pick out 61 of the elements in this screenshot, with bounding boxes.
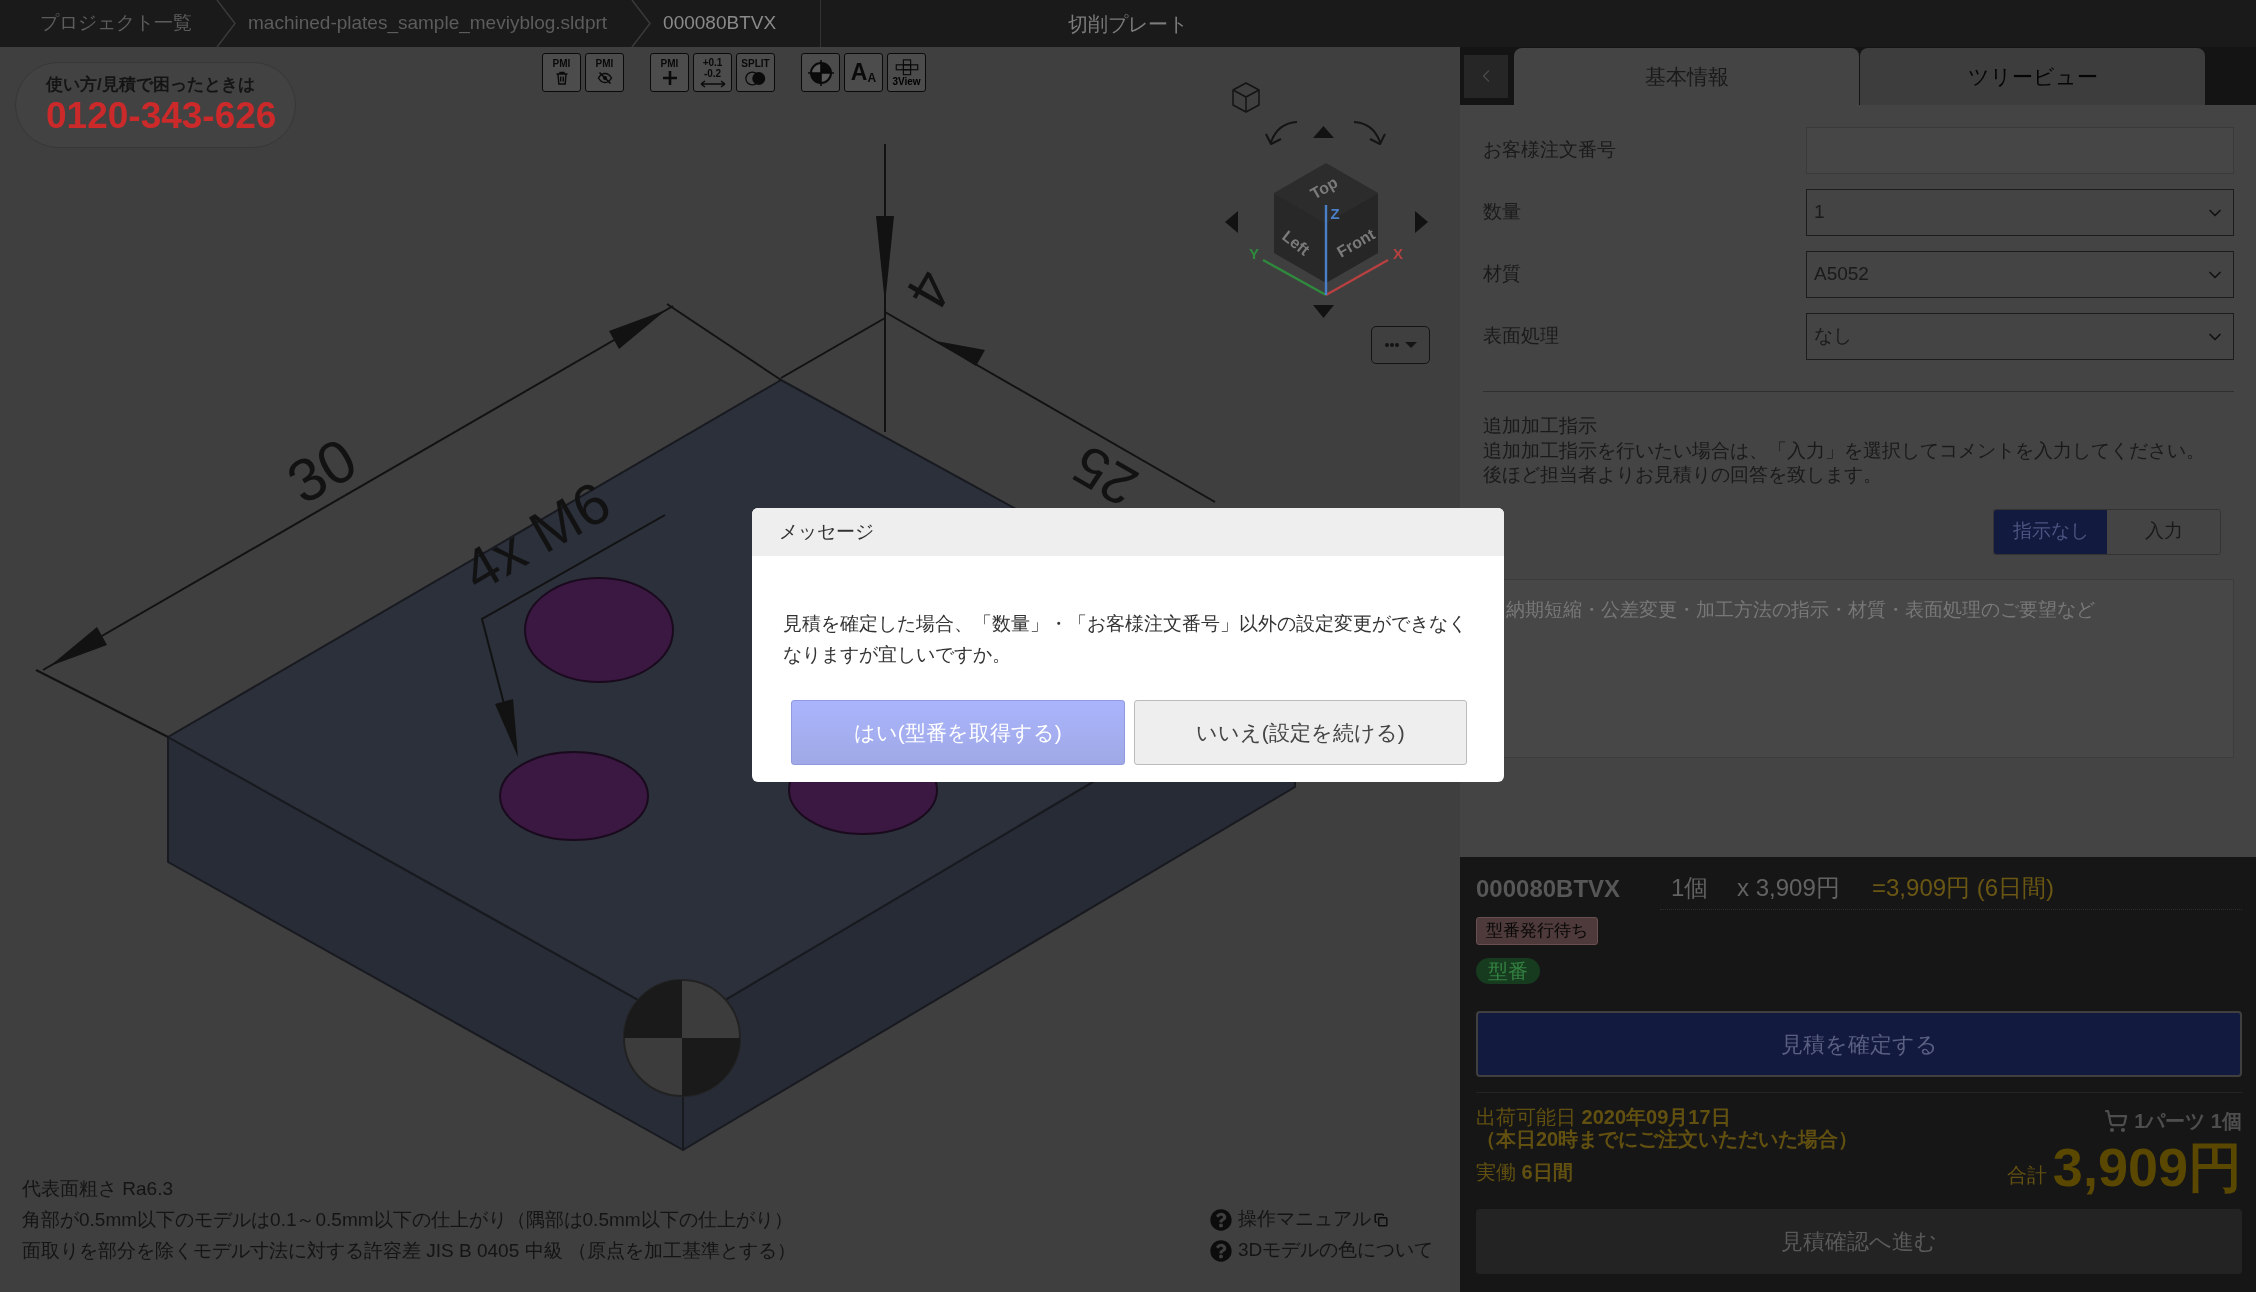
cube-face-label: Top xyxy=(1307,173,1341,203)
breadcrumb-link[interactable]: 000080BTVX xyxy=(663,9,777,38)
cart-count: 1パーツ 1個 xyxy=(2134,1109,2242,1134)
ship-condition-text: （本日20時までにご注文いただいた場合） xyxy=(1476,1128,1859,1150)
breadcrumb-link[interactable]: プロジェクト一覧 xyxy=(40,9,192,38)
pmi-delete-button[interactable]: PMI xyxy=(542,53,581,92)
triangle-right-icon[interactable] xyxy=(1415,211,1428,233)
total-price: 3,909円 xyxy=(2052,1138,2242,1196)
axis-label: X xyxy=(1393,244,1403,262)
three-view-button[interactable]: 3View xyxy=(887,53,926,92)
pmi-hide-button[interactable]: PMI xyxy=(585,53,624,92)
triangle-up-icon[interactable] xyxy=(1313,126,1334,138)
collapse-button[interactable] xyxy=(1464,54,1508,98)
quantity-text: 1個 xyxy=(1670,873,1710,903)
question-icon xyxy=(1210,1208,1232,1231)
double-arrow-icon xyxy=(698,79,727,88)
dots-icon xyxy=(1384,343,1399,347)
external-link-icon xyxy=(1374,1212,1388,1227)
ship-date-text: 出荷可能日 2020年09月17日 xyxy=(1476,1106,1732,1128)
confirm-quote-button[interactable]: 見積を確定する xyxy=(1476,1011,2242,1077)
tab[interactable]: ツリービュー xyxy=(1860,48,2205,105)
center-mark-button[interactable] xyxy=(801,53,840,92)
tolerance-button[interactable]: +0.1 -0.2 xyxy=(693,53,732,92)
part-number: 000080BTVX xyxy=(1476,873,1622,904)
cube-icon[interactable] xyxy=(1232,82,1260,113)
curved-arrow-icon[interactable] xyxy=(1265,121,1298,145)
view-cube[interactable] xyxy=(1274,163,1378,283)
phone-number: 0120-343-626 xyxy=(46,96,278,136)
cart-icon xyxy=(2104,1109,2129,1133)
triangle-left-icon[interactable] xyxy=(1225,211,1238,233)
center-of-gravity-icon xyxy=(623,979,741,1097)
axis-label: Y xyxy=(1249,244,1259,262)
split-button[interactable]: SPLIT xyxy=(736,53,775,92)
more-options-button[interactable] xyxy=(1371,326,1430,364)
status-badge: 型番発行待ち xyxy=(1476,917,1598,945)
dialog-message: 見積を確定した場合、「数量」・「お客様注文番号」以外の設定変更ができなくなりますが宜しいですか。 xyxy=(783,612,1468,667)
quartered-circle-icon xyxy=(807,59,834,86)
caret-down-icon xyxy=(1404,342,1417,348)
cube-face-label: Left xyxy=(1279,227,1313,259)
tag-pill: 型番 xyxy=(1476,958,1540,984)
question-icon xyxy=(1210,1239,1232,1262)
breadcrumb-chevron-icon xyxy=(216,0,236,47)
curved-arrow-icon[interactable] xyxy=(1353,121,1386,145)
confirm-button[interactable]: はい(型番を取得する) xyxy=(791,700,1125,765)
axis-label: Z xyxy=(1330,204,1340,222)
page-title: 切削プレート xyxy=(1068,11,1188,37)
cancel-button[interactable]: いいえ(設定を続ける) xyxy=(1133,700,1467,765)
grid-cross-icon xyxy=(894,58,919,76)
unit-price: x 3,909円 xyxy=(1737,873,1841,903)
segment-option[interactable]: 指示なし xyxy=(1994,509,2107,554)
breadcrumb-chevron-icon xyxy=(631,0,652,47)
plus-icon xyxy=(661,70,678,86)
circles-icon xyxy=(743,69,768,87)
eye-slash-icon xyxy=(596,70,613,86)
work-days-text: 実働 6日間 xyxy=(1476,1161,1574,1183)
subtotal: =3,909円 (6日間) xyxy=(1872,873,2055,903)
total-label: 合計 xyxy=(2006,1163,2047,1188)
pmi-add-button[interactable]: PMI xyxy=(650,53,689,92)
dialog-title: メッセージ xyxy=(779,519,874,544)
breadcrumb-link[interactable]: machined-plates_sample_meviyblog.sldprt xyxy=(248,9,608,38)
triangle-down-icon[interactable] xyxy=(1313,305,1334,318)
